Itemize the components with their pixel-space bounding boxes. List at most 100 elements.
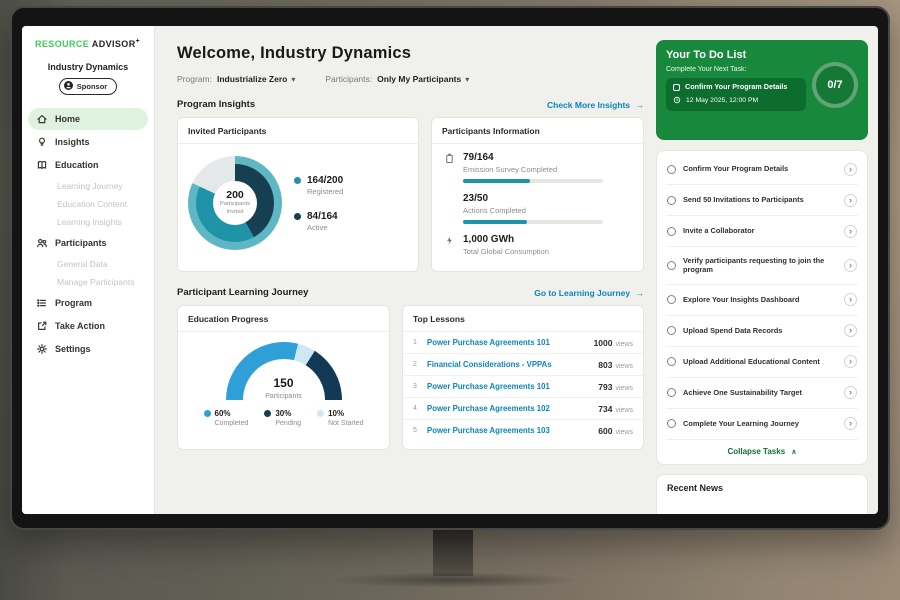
next-task-pill[interactable]: Confirm Your Program Details 12 May 2025… bbox=[666, 78, 806, 111]
participants-filter-label: Participants: bbox=[325, 74, 372, 84]
program-filter[interactable]: Program: Industrialize Zero ▾ bbox=[177, 74, 295, 84]
gear-icon bbox=[36, 343, 48, 355]
legend-label: Pending bbox=[275, 420, 301, 427]
lesson-link[interactable]: Power Purchase Agreements 102 bbox=[427, 404, 591, 413]
participants-filter[interactable]: Participants: Only My Participants ▾ bbox=[325, 74, 469, 84]
go-to-learning-journey-link[interactable]: Go to Learning Journey → bbox=[534, 288, 644, 298]
checkbox-icon[interactable] bbox=[673, 84, 680, 91]
lesson-row[interactable]: 5 Power Purchase Agreements 103 600views bbox=[403, 420, 643, 441]
sidebar-item-settings[interactable]: Settings bbox=[28, 338, 148, 360]
check-more-insights-link[interactable]: Check More Insights → bbox=[547, 100, 644, 110]
lesson-link[interactable]: Power Purchase Agreements 103 bbox=[427, 426, 591, 435]
sponsor-badge-label: Sponsor bbox=[77, 82, 107, 91]
lesson-row[interactable]: 4 Power Purchase Agreements 102 734views bbox=[403, 398, 643, 420]
invited-participants-card: Invited Participants 200 ParticipantsInv… bbox=[177, 117, 419, 272]
task-row-upload-spend-data[interactable]: Upload Spend Data Records › bbox=[666, 316, 858, 347]
sidebar-item-insights[interactable]: Insights bbox=[28, 131, 148, 153]
brand-logo: RESOURCE ADVISOR+ bbox=[22, 26, 154, 49]
task-checkbox[interactable] bbox=[667, 357, 676, 366]
sidebar-item-label: Insights bbox=[55, 137, 90, 147]
list-icon bbox=[36, 297, 48, 309]
legend-percent: 30% bbox=[275, 409, 291, 418]
lesson-views: 1000views bbox=[594, 338, 633, 348]
sidebar-item-label: Take Action bbox=[55, 321, 105, 331]
task-checkbox[interactable] bbox=[667, 196, 676, 205]
legend-registered: 164/200 Registered bbox=[294, 175, 343, 196]
sidebar-item-program[interactable]: Program bbox=[28, 292, 148, 314]
task-checkbox[interactable] bbox=[667, 419, 676, 428]
task-checkbox[interactable] bbox=[667, 261, 676, 270]
lesson-row[interactable]: 1 Power Purchase Agreements 101 1000view… bbox=[403, 332, 643, 354]
sidebar-item-education-content[interactable]: Education Content bbox=[28, 195, 148, 213]
learning-cards-row: Education Progress 150 Participants 60% bbox=[177, 305, 644, 450]
chevron-down-icon: ▾ bbox=[291, 75, 295, 84]
monitor-frame: RESOURCE ADVISOR+ Industry Dynamics Spon… bbox=[10, 6, 890, 530]
collapse-tasks-link[interactable]: Collapse Tasks ∧ bbox=[666, 440, 858, 460]
chevron-right-icon[interactable]: › bbox=[844, 386, 857, 399]
sidebar-item-learning-insights[interactable]: Learning Insights bbox=[28, 213, 148, 231]
legend-dot-navy bbox=[294, 213, 301, 220]
legend-pending: 30% Pending bbox=[264, 409, 301, 427]
sidebar-item-label: Learning Journey bbox=[57, 181, 123, 191]
legend-dot-navy bbox=[264, 410, 271, 417]
sidebar-item-take-action[interactable]: Take Action bbox=[28, 315, 148, 337]
gauge-center: 150 Participants bbox=[226, 376, 342, 400]
lesson-views: 803views bbox=[598, 360, 633, 370]
info-value: 23/50 bbox=[463, 193, 631, 204]
task-checkbox[interactable] bbox=[667, 295, 676, 304]
lesson-link[interactable]: Power Purchase Agreements 101 bbox=[427, 338, 587, 347]
task-label: Explore Your Insights Dashboard bbox=[683, 295, 837, 305]
invited-donut-chart: 200 ParticipantsInvited bbox=[188, 156, 282, 250]
task-row-achieve-target[interactable]: Achieve One Sustainability Target › bbox=[666, 378, 858, 409]
task-label: Achieve One Sustainability Target bbox=[683, 388, 837, 398]
sidebar-item-label: Education bbox=[55, 160, 99, 170]
chevron-right-icon[interactable]: › bbox=[844, 355, 857, 368]
task-checkbox[interactable] bbox=[667, 388, 676, 397]
sidebar-item-label: Settings bbox=[55, 344, 91, 354]
lesson-link[interactable]: Power Purchase Agreements 101 bbox=[427, 382, 591, 391]
task-row-invite-collaborator[interactable]: Invite a Collaborator › bbox=[666, 216, 858, 247]
task-label: Upload Additional Educational Content bbox=[683, 357, 837, 367]
task-row-verify-participants[interactable]: Verify participants requesting to join t… bbox=[666, 247, 858, 285]
task-row-explore-insights[interactable]: Explore Your Insights Dashboard › bbox=[666, 285, 858, 316]
info-row-global-consumption: 1,000 GWh Total Global Consumption bbox=[432, 226, 643, 258]
sidebar-item-learning-journey[interactable]: Learning Journey bbox=[28, 177, 148, 195]
chevron-right-icon[interactable]: › bbox=[844, 417, 857, 430]
info-value: 1,000 GWh bbox=[463, 234, 631, 245]
lesson-link[interactable]: Financial Considerations - VPPAs bbox=[427, 360, 591, 369]
chevron-right-icon[interactable]: › bbox=[844, 163, 857, 176]
task-checkbox[interactable] bbox=[667, 165, 676, 174]
lesson-row[interactable]: 3 Power Purchase Agreements 101 793views bbox=[403, 376, 643, 398]
sponsor-badge[interactable]: Sponsor bbox=[59, 78, 117, 95]
legend-label: Not Started bbox=[328, 420, 363, 427]
sidebar-item-general-data[interactable]: General Data bbox=[28, 255, 148, 273]
legend-value: 84/164 bbox=[307, 211, 338, 222]
task-row-upload-educational-content[interactable]: Upload Additional Educational Content › bbox=[666, 347, 858, 378]
lesson-row[interactable]: 2 Financial Considerations - VPPAs 803vi… bbox=[403, 354, 643, 376]
section-title: Program Insights bbox=[177, 99, 255, 110]
chevron-right-icon[interactable]: › bbox=[844, 324, 857, 337]
legend-dot-lightblue bbox=[317, 410, 324, 417]
sidebar-item-education[interactable]: Education bbox=[28, 154, 148, 176]
sidebar-item-home[interactable]: Home bbox=[28, 108, 148, 130]
sidebar-item-manage-participants[interactable]: Manage Participants bbox=[28, 273, 148, 291]
chevron-right-icon[interactable]: › bbox=[844, 259, 857, 272]
task-checkbox[interactable] bbox=[667, 227, 676, 236]
sidebar-item-label: Participants bbox=[55, 238, 107, 248]
lesson-rank: 1 bbox=[413, 339, 420, 346]
sidebar-item-participants[interactable]: Participants bbox=[28, 232, 148, 254]
clipboard-icon bbox=[444, 153, 455, 183]
task-row-confirm-program[interactable]: Confirm Your Program Details › bbox=[666, 154, 858, 185]
task-checkbox[interactable] bbox=[667, 326, 676, 335]
insights-cards-row: Invited Participants 200 ParticipantsInv… bbox=[177, 117, 644, 272]
lesson-rank: 4 bbox=[413, 405, 420, 412]
gauge-center-value: 150 bbox=[226, 376, 342, 390]
task-row-send-invitations[interactable]: Send 50 Invitations to Participants › bbox=[666, 185, 858, 216]
org-name: Industry Dynamics bbox=[22, 62, 154, 72]
next-task-time: 12 May 2025, 12:00 PM bbox=[686, 97, 758, 104]
task-row-complete-learning-journey[interactable]: Complete Your Learning Journey › bbox=[666, 409, 858, 440]
chevron-right-icon[interactable]: › bbox=[844, 225, 857, 238]
chevron-right-icon[interactable]: › bbox=[844, 293, 857, 306]
todo-progress-value: 0/7 bbox=[827, 79, 842, 91]
chevron-right-icon[interactable]: › bbox=[844, 194, 857, 207]
